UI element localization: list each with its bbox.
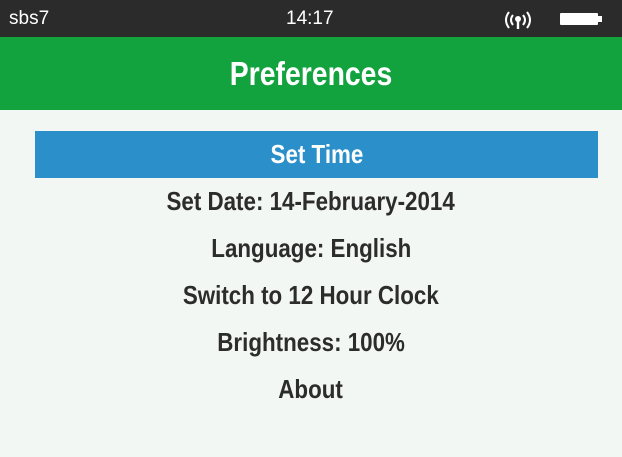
carrier-label: sbs7	[9, 8, 50, 29]
status-bar: sbs7 14:17	[0, 0, 622, 37]
menu-item-set-time[interactable]: Set Time	[35, 131, 598, 178]
menu-item-clock-format[interactable]: Switch to 12 Hour Clock	[0, 272, 622, 319]
menu-item-brightness[interactable]: Brightness: 100%	[0, 319, 622, 366]
menu-item-set-date[interactable]: Set Date: 14-February-2014	[0, 178, 622, 225]
menu-item-label: Language: English	[210, 233, 412, 263]
menu-item-label: Brightness: 100%	[217, 327, 405, 357]
battery-full-icon	[560, 12, 604, 26]
menu-item-label: About	[278, 374, 344, 404]
title-bar: Preferences	[0, 37, 622, 110]
menu-item-label: Switch to 12 Hour Clock	[183, 280, 439, 310]
page-title: Preferences	[229, 55, 393, 92]
device-screen: sbs7 14:17 Preferences Set Time Set Date…	[0, 0, 622, 457]
menu-item-label: Set Date: 14-February-2014	[166, 186, 456, 216]
menu-item-label: Set Time	[270, 139, 363, 169]
wireless-signal-icon	[500, 9, 536, 31]
menu-item-about[interactable]: About	[0, 366, 622, 413]
menu-item-language[interactable]: Language: English	[0, 225, 622, 272]
clock-time: 14:17	[286, 8, 334, 29]
preferences-menu: Set Time Set Date: 14-February-2014 Lang…	[0, 131, 622, 413]
